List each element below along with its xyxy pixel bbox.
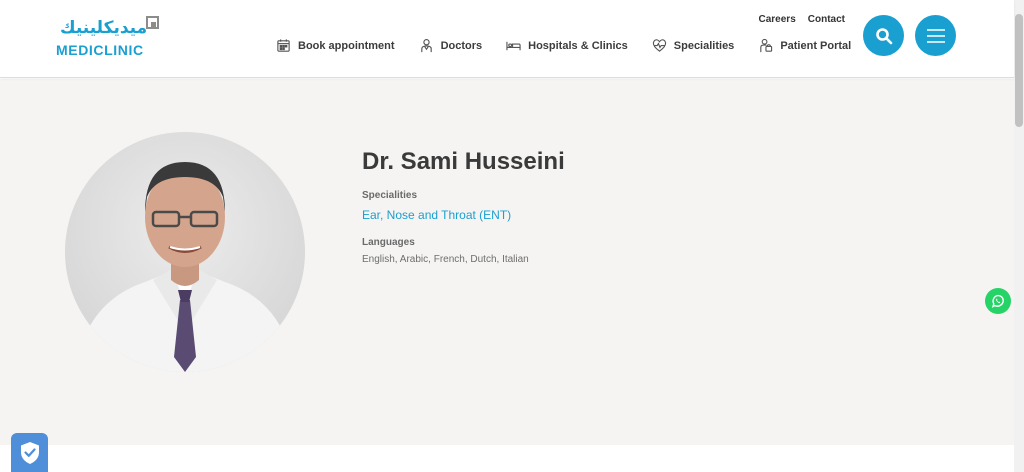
page-scrollbar[interactable]: [1014, 0, 1024, 472]
nav-book-appointment[interactable]: Book appointment: [276, 38, 395, 53]
speciality-link[interactable]: Ear, Nose and Throat (ENT): [362, 208, 511, 222]
site-header: ميديكلينيك MEDICLINIC Careers Contact Bo…: [0, 0, 1014, 78]
nav-doctors[interactable]: Doctors: [419, 38, 483, 53]
scrollbar-thumb[interactable]: [1015, 14, 1023, 127]
logo-arabic-text: ميديكلينيك: [60, 18, 148, 38]
menu-button[interactable]: [915, 15, 956, 56]
search-icon: [875, 27, 892, 44]
languages-label: Languages: [362, 237, 415, 248]
doctor-name: Dr. Sami Husseini: [362, 148, 565, 175]
nav-patient-portal[interactable]: Patient Portal: [758, 38, 851, 53]
nav-label: Hospitals & Clinics: [528, 39, 628, 52]
search-button[interactable]: [863, 15, 904, 56]
patient-portal-icon: [760, 38, 773, 53]
privacy-shield-button[interactable]: [11, 433, 48, 472]
utility-links: Careers Contact: [759, 14, 846, 25]
specialities-label: Specialities: [362, 190, 418, 201]
nav-hospitals-clinics[interactable]: Hospitals & Clinics: [506, 38, 628, 53]
doctor-profile-section: Dr. Sami Husseini Specialities Ear, Nose…: [0, 79, 1014, 445]
contact-link[interactable]: Contact: [808, 14, 845, 25]
hospital-bed-icon: [506, 41, 521, 51]
doctor-portrait-image: [75, 162, 295, 372]
calendar-icon: [277, 39, 290, 52]
languages-value: English, Arabic, French, Dutch, Italian: [362, 254, 529, 265]
main-nav: Book appointment Doctors Hospitals & Cli…: [276, 38, 851, 53]
shield-check-icon: [20, 441, 39, 464]
logo-text: MEDICLINIC: [56, 42, 144, 58]
heart-pulse-icon: [652, 39, 666, 52]
nav-label: Doctors: [440, 39, 483, 52]
logo-mark-icon: [146, 16, 159, 29]
whatsapp-button[interactable]: [985, 288, 1011, 314]
nav-label: Specialities: [673, 39, 735, 52]
hamburger-menu-icon: [926, 28, 945, 43]
careers-link[interactable]: Careers: [759, 14, 796, 25]
nav-label: Patient Portal: [780, 39, 852, 52]
whatsapp-icon: [991, 294, 1004, 308]
nav-specialities[interactable]: Specialities: [652, 38, 735, 53]
doctor-photo: [65, 132, 305, 372]
nav-label: Book appointment: [298, 39, 395, 52]
doctor-icon: [420, 39, 432, 53]
